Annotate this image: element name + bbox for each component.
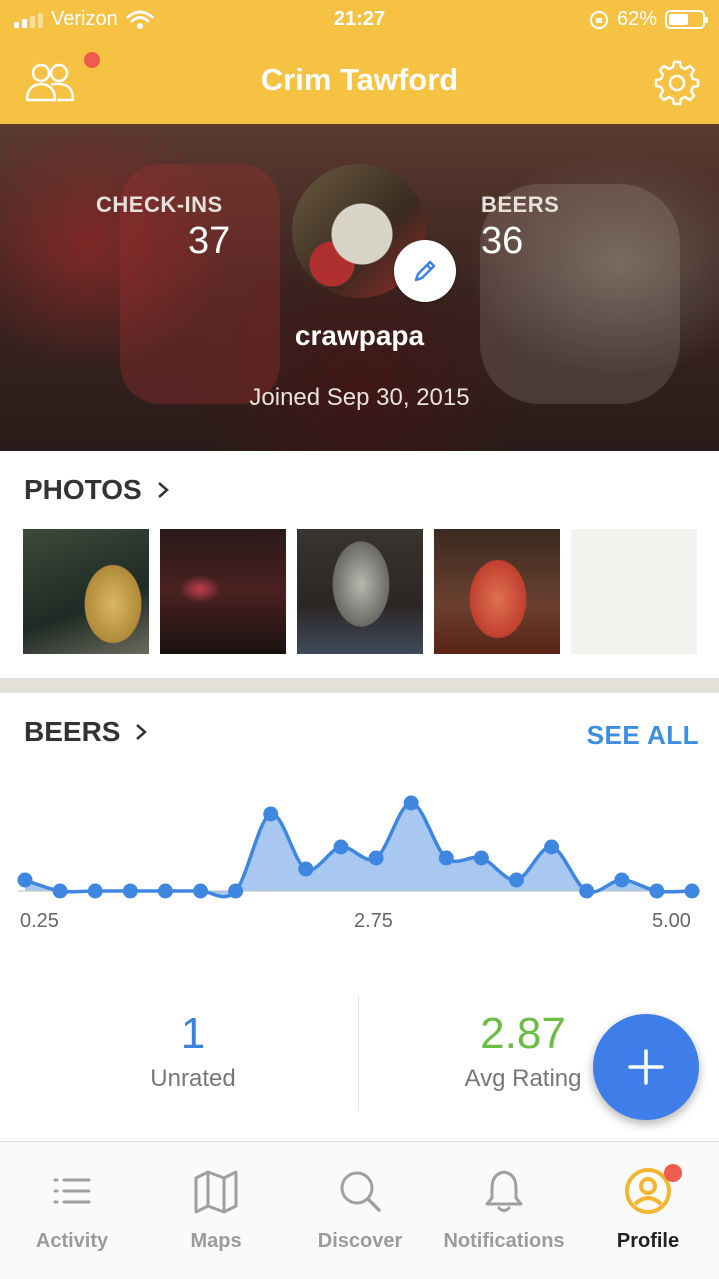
chart-point bbox=[508, 872, 524, 888]
photo-thumbnail[interactable] bbox=[23, 529, 149, 654]
chevron-right-icon bbox=[157, 482, 169, 498]
bell-icon bbox=[485, 1170, 523, 1212]
status-right: 62% bbox=[589, 8, 708, 31]
photo-strip bbox=[23, 529, 697, 654]
photo-thumbnail[interactable] bbox=[297, 529, 423, 654]
tab-maps[interactable]: Maps bbox=[144, 1142, 288, 1279]
edit-avatar-button[interactable] bbox=[394, 240, 456, 302]
chart-point bbox=[403, 795, 419, 811]
orientation-lock-icon bbox=[589, 10, 608, 29]
plus-icon bbox=[628, 1049, 664, 1085]
photo-thumbnail[interactable] bbox=[160, 529, 286, 654]
unrated-count[interactable]: 1 bbox=[14, 1009, 372, 1059]
search-icon bbox=[340, 1171, 381, 1212]
chart-point bbox=[17, 872, 33, 888]
checkins-label: CHECK-INS bbox=[96, 192, 223, 217]
status-bar: Verizon 21:27 62% bbox=[0, 0, 719, 42]
tab-label: Discover bbox=[317, 1230, 403, 1252]
chart-area bbox=[25, 803, 692, 897]
battery-percent: 62% bbox=[616, 8, 657, 30]
list-icon bbox=[53, 1178, 91, 1204]
chart-point bbox=[52, 883, 68, 899]
photos-title: PHOTOS bbox=[24, 474, 142, 505]
settings-button[interactable] bbox=[653, 58, 701, 106]
tick-label: 5.00 bbox=[652, 910, 691, 932]
chart-point bbox=[193, 883, 209, 899]
tab-label: Activity bbox=[35, 1230, 109, 1252]
tab-label: Profile bbox=[616, 1230, 680, 1252]
tab-profile[interactable]: Profile bbox=[576, 1142, 719, 1279]
beers-title: BEERS bbox=[24, 716, 121, 747]
check-in-button[interactable] bbox=[593, 1014, 699, 1120]
map-icon bbox=[194, 1170, 238, 1214]
tab-label: Maps bbox=[190, 1230, 242, 1252]
unrated-label: Unrated bbox=[150, 1065, 236, 1092]
chart-point bbox=[473, 850, 489, 866]
beers-section-header[interactable]: BEERS bbox=[24, 716, 148, 748]
joined-date: Joined Sep 30, 2015 bbox=[249, 384, 470, 411]
chart-point bbox=[684, 883, 700, 899]
chart-point bbox=[87, 883, 103, 899]
chart-point bbox=[649, 883, 665, 899]
tick-label: 0.25 bbox=[20, 910, 59, 932]
chart-point bbox=[614, 872, 630, 888]
battery-icon bbox=[665, 10, 708, 29]
chart-point bbox=[438, 850, 454, 866]
chart-point bbox=[298, 861, 314, 877]
chart-point bbox=[157, 883, 173, 899]
username: crawpapa bbox=[294, 320, 425, 351]
tab-notifications[interactable]: Notifications bbox=[432, 1142, 576, 1279]
page-title: Crim Tawford bbox=[260, 62, 459, 97]
nav-bar: Crim Tawford bbox=[0, 42, 719, 124]
profile-header: CHECK-INS 37 BEERS 36 crawpapa Joined Se… bbox=[0, 124, 719, 451]
see-all-link[interactable]: SEE ALL bbox=[587, 720, 699, 751]
section-divider bbox=[0, 678, 719, 693]
beers-value[interactable]: 36 bbox=[481, 220, 523, 263]
tab-discover[interactable]: Discover bbox=[288, 1142, 432, 1279]
chart-point bbox=[228, 883, 244, 899]
chart-point bbox=[122, 883, 138, 899]
photos-section-header[interactable]: PHOTOS bbox=[24, 474, 170, 506]
pencil-icon bbox=[414, 260, 436, 282]
tab-bar: Activity Maps Discover Notifications Pro… bbox=[0, 1141, 719, 1279]
chart-point bbox=[579, 883, 595, 899]
photo-thumbnail[interactable] bbox=[434, 529, 560, 654]
beers-label: BEERS bbox=[481, 192, 560, 217]
chart-point bbox=[368, 850, 384, 866]
tab-activity[interactable]: Activity bbox=[0, 1142, 144, 1279]
profile-notification-dot bbox=[664, 1164, 682, 1182]
chart-point bbox=[263, 806, 279, 822]
tick-label: 2.75 bbox=[354, 910, 393, 932]
photo-placeholder bbox=[571, 529, 697, 654]
top-bar: Verizon 21:27 62% Crim Tawford bbox=[0, 0, 719, 124]
gear-icon bbox=[654, 60, 700, 106]
chart-point bbox=[333, 839, 349, 855]
chart-point bbox=[544, 839, 560, 855]
tab-label: Notifications bbox=[443, 1230, 565, 1252]
checkins-value[interactable]: 37 bbox=[188, 220, 230, 263]
chevron-right-icon bbox=[136, 724, 148, 740]
